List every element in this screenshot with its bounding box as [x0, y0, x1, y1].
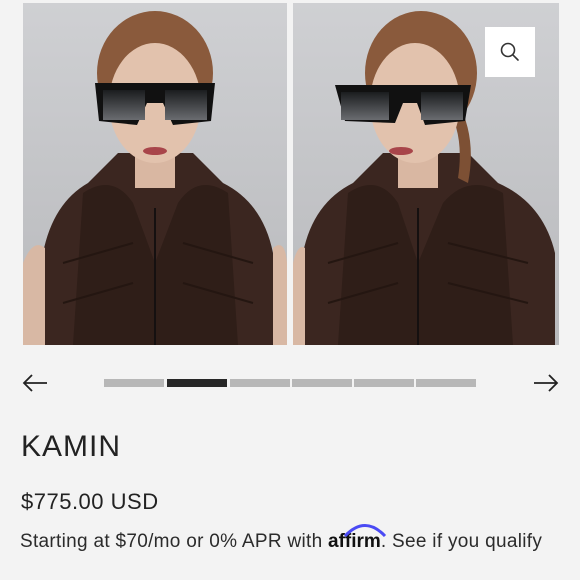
slide-dot-2[interactable] [167, 379, 227, 387]
slide-dot-4[interactable] [292, 379, 352, 387]
financing-prefix: Starting at $70/mo or 0% APR with [20, 531, 323, 552]
product-image-1[interactable] [23, 3, 287, 345]
affirm-logo: affirm [328, 524, 387, 557]
see-if-you-qualify-link[interactable]: See if you qualify [392, 531, 542, 552]
previous-slide-button[interactable] [20, 369, 50, 397]
product-price: $775.00 USD [21, 489, 159, 514]
zoom-button[interactable] [485, 27, 535, 77]
arrow-right-icon [534, 374, 559, 392]
arrow-left-icon [22, 374, 47, 392]
product-title: KAMIN [21, 430, 122, 463]
slide-dot-6[interactable] [416, 379, 476, 387]
slide-dot-5[interactable] [354, 379, 414, 387]
product-gallery[interactable] [23, 0, 559, 345]
slide-dot-3[interactable] [230, 379, 290, 387]
model-photo-front [23, 3, 287, 345]
affirm-arc-icon [343, 524, 387, 537]
slide-dot-1[interactable] [104, 379, 164, 387]
next-slide-button[interactable] [531, 369, 561, 397]
product-page: KAMIN $775.00 USD Starting at $70/mo or … [0, 0, 580, 580]
search-icon [500, 42, 519, 61]
financing-message: Starting at $70/mo or 0% APR with affirm… [20, 524, 560, 557]
